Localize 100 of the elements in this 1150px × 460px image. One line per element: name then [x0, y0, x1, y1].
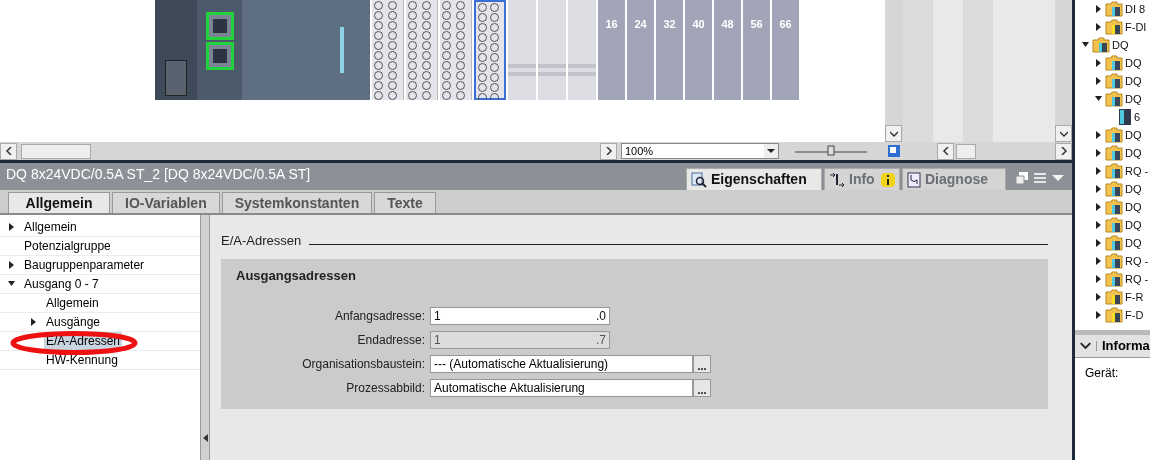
catalog-item[interactable]: F-DI — [1125, 18, 1147, 36]
scroll-down-button[interactable] — [1055, 125, 1072, 142]
browse-button[interactable]: ... — [693, 355, 711, 373]
catalog-item[interactable]: DI 8 — [1125, 0, 1146, 18]
catalog-item[interactable]: RQ - — [1125, 270, 1149, 288]
io-module[interactable] — [440, 0, 472, 100]
chevron-left-icon — [4, 147, 13, 155]
folder-icon — [1105, 217, 1123, 233]
power-module[interactable] — [155, 0, 197, 100]
nav-item[interactable]: Potenzialgruppe — [22, 237, 113, 255]
tab[interactable]: Systemkonstanten — [221, 192, 373, 213]
nav-item[interactable]: HW-Kennung — [44, 351, 120, 369]
catalog-item[interactable]: F-R — [1125, 288, 1144, 306]
field-label: Anfangsadresse: — [333, 308, 425, 325]
catalog-item[interactable]: DQ — [1125, 90, 1142, 108]
collapsed-arrow-icon[interactable] — [1095, 77, 1102, 85]
catalog-item[interactable]: DQ — [1125, 234, 1142, 252]
scroll-thumb[interactable] — [21, 143, 91, 159]
collapsed-arrow-icon[interactable] — [1095, 131, 1102, 139]
slider-thumb[interactable] — [827, 145, 835, 156]
collapsed-arrow-icon[interactable] — [1095, 5, 1102, 13]
catalog-item[interactable]: RQ - — [1125, 252, 1149, 270]
list-icon[interactable] — [1034, 172, 1046, 184]
nav-item[interactable]: Allgemein — [44, 294, 101, 312]
io-module[interactable] — [406, 0, 438, 100]
nav-item[interactable]: Ausgänge — [44, 313, 103, 331]
catalog-item[interactable]: DQ — [1112, 36, 1129, 54]
nav-item[interactable]: Ausgang 0 - 7 — [22, 275, 101, 293]
browse-button[interactable]: ... — [693, 379, 711, 397]
collapsed-arrow-icon[interactable] — [1095, 59, 1102, 67]
scroll-right-button[interactable] — [1055, 142, 1072, 160]
collapsed-arrow-icon[interactable] — [1095, 167, 1102, 175]
select-field[interactable]: Automatische Aktualisierung — [430, 379, 693, 397]
catalog-item[interactable]: F-D — [1125, 306, 1144, 324]
chevron-left-icon — [941, 147, 950, 155]
folder-icon — [1105, 73, 1123, 89]
vertical-scrollbar[interactable] — [885, 0, 903, 142]
folder-icon — [1105, 163, 1123, 179]
zoom-slider[interactable] — [795, 144, 867, 158]
view-tab[interactable]: Eigenschaften — [686, 168, 822, 190]
field-label: Endadresse: — [356, 332, 425, 349]
zoom-select[interactable]: 100% — [621, 143, 779, 159]
catalog-item[interactable]: DQ — [1125, 180, 1142, 198]
select-field[interactable]: --- (Automatische Aktualisierung) — [430, 355, 693, 373]
catalog-item[interactable]: DQ — [1125, 126, 1142, 144]
tab[interactable]: IO-Variablen — [112, 192, 220, 213]
io-module[interactable] — [372, 0, 404, 100]
field-label: Organisationsbaustein: — [301, 356, 425, 373]
info-arrows-icon — [829, 171, 845, 188]
collapsed-arrow-icon[interactable] — [1095, 275, 1102, 283]
catalog-item[interactable]: DQ — [1125, 72, 1142, 90]
tab[interactable]: Allgemein — [8, 192, 110, 213]
nav-item[interactable]: Allgemein — [22, 218, 79, 236]
catalog-item[interactable]: RQ - — [1125, 162, 1149, 180]
address-field[interactable]: 1 .0 — [430, 307, 610, 325]
expanded-arrow-icon[interactable] — [1082, 41, 1089, 49]
collapsed-arrow-icon[interactable] — [1095, 239, 1102, 247]
collapsed-arrow-icon[interactable] — [1095, 221, 1102, 229]
restore-icon[interactable] — [1016, 172, 1028, 184]
collapsed-arrow-icon[interactable] — [1095, 257, 1102, 265]
folder-icon — [1105, 55, 1123, 71]
vertical-scrollbar[interactable] — [1055, 0, 1072, 142]
catalog-item[interactable]: DQ — [1125, 216, 1142, 234]
catalog-item[interactable]: DQ — [1125, 144, 1142, 162]
io-module[interactable] — [474, 0, 506, 100]
scroll-left-button[interactable] — [937, 142, 954, 160]
collapsed-arrow-icon[interactable] — [8, 223, 15, 231]
collapsed-arrow-icon[interactable] — [1095, 203, 1102, 211]
chevron-down-icon — [889, 129, 898, 138]
info-label: Gerät: — [1084, 365, 1120, 382]
slot-number: 56 — [750, 17, 763, 30]
folder-icon — [1092, 37, 1110, 53]
folder-icon — [1105, 1, 1123, 17]
tab[interactable]: Texte — [374, 192, 436, 213]
folder-icon — [1105, 253, 1123, 269]
scroll-left-button[interactable] — [0, 142, 17, 160]
catalog-item[interactable]: DQ — [1125, 54, 1142, 72]
navigator-icon[interactable] — [887, 144, 901, 158]
expanded-arrow-icon[interactable] — [8, 280, 15, 288]
nav-item[interactable]: Baugruppenparameter — [22, 256, 147, 274]
expanded-arrow-icon[interactable] — [1095, 95, 1102, 103]
collapsed-arrow-icon[interactable] — [1095, 149, 1102, 157]
dropdown-arrow-icon[interactable] — [1052, 174, 1064, 182]
collapse-arrow-icon[interactable] — [202, 434, 208, 442]
folder-icon — [1105, 181, 1123, 197]
collapsed-arrow-icon[interactable] — [1095, 311, 1102, 319]
field-label: Prozessabbild: — [345, 380, 425, 397]
chevron-down-icon — [1059, 129, 1068, 138]
collapsed-arrow-icon[interactable] — [30, 318, 37, 326]
collapsed-arrow-icon[interactable] — [1095, 23, 1102, 31]
collapsed-arrow-icon[interactable] — [1095, 185, 1102, 193]
collapsed-arrow-icon[interactable] — [8, 261, 15, 269]
catalog-item[interactable]: 6 — [1134, 108, 1141, 126]
interface-module[interactable] — [197, 0, 242, 100]
scroll-right-button[interactable] — [600, 142, 617, 160]
inspector-title: DQ 8x24VDC/0.5A ST_2 [DQ 8x24VDC/0.5A ST] — [5, 165, 311, 184]
catalog-item[interactable]: DQ — [1125, 198, 1142, 216]
scroll-down-button[interactable] — [885, 125, 902, 142]
scroll-thumb[interactable] — [956, 143, 976, 159]
collapsed-arrow-icon[interactable] — [1095, 293, 1102, 301]
